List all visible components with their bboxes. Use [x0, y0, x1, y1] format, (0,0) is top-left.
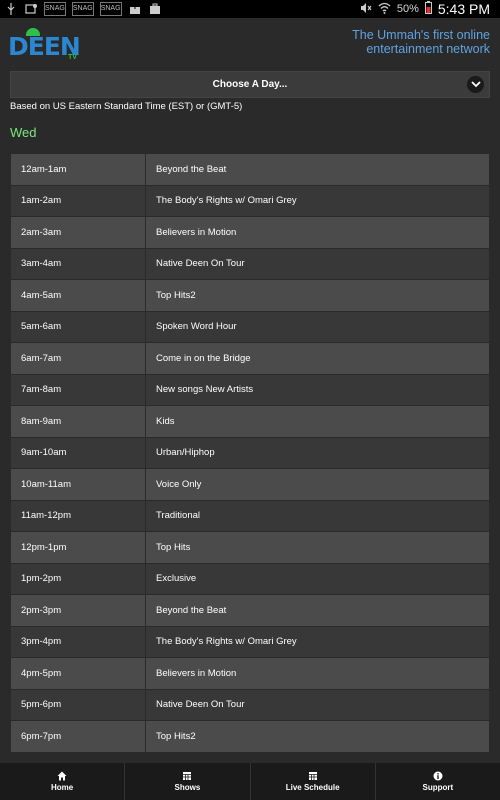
table-row: 1pm-2pm Exclusive — [10, 562, 490, 595]
mute-icon — [360, 2, 372, 17]
table-row: 6pm-7pm Top Hits2 — [10, 720, 490, 753]
info-icon — [433, 771, 443, 781]
show-name-cell: Believers in Motion — [145, 216, 490, 249]
status-bar: SNAG SNAG SNAG 50% 5:43 PM — [0, 0, 500, 18]
show-name-cell: Spoken Word Hour — [145, 310, 490, 343]
table-row: 4am-5am Top Hits2 — [10, 279, 490, 312]
table-row: 11am-12pm Traditional — [10, 499, 490, 532]
time-slot-cell: 6pm-7pm — [10, 720, 146, 753]
bottom-nav: Home Shows Live Schedule Support — [0, 763, 500, 800]
table-row: 7am-8am New songs New Artists — [10, 373, 490, 406]
show-name-cell: Top Hits — [145, 531, 490, 564]
day-title: Wed — [10, 125, 37, 140]
table-row: 10am-11am Voice Only — [10, 468, 490, 501]
show-name-cell: Beyond the Beat — [145, 594, 490, 627]
tagline-line-2: entertainment network — [366, 42, 490, 56]
timezone-note: Based on US Eastern Standard Time (EST) … — [10, 101, 243, 112]
snag-1-icon: SNAG — [44, 2, 66, 16]
nav-home[interactable]: Home — [0, 763, 126, 800]
show-name-cell: Top Hits2 — [145, 279, 490, 312]
battery-percent: 50% — [396, 3, 419, 15]
battery-icon — [424, 1, 432, 17]
time-slot-cell: 4am-5am — [10, 279, 146, 312]
show-name-cell: Beyond the Beat — [145, 153, 490, 186]
table-row: 1am-2am The Body's Rights w/ Omari Grey — [10, 184, 490, 217]
nav-support[interactable]: Support — [376, 763, 500, 800]
deen-tv-logo[interactable]: DEEN TV — [8, 26, 86, 62]
table-row: 8am-9am Kids — [10, 405, 490, 438]
nav-shows[interactable]: Shows — [125, 763, 251, 800]
table-row: 3am-4am Native Deen On Tour — [10, 247, 490, 280]
time-slot-cell: 9am-10am — [10, 436, 146, 469]
time-slot-cell: 1am-2am — [10, 184, 146, 217]
nav-live-schedule-label: Live Schedule — [285, 783, 340, 792]
show-name-cell: New songs New Artists — [145, 373, 490, 406]
time-slot-cell: 3pm-4pm — [10, 625, 146, 658]
nav-live-schedule[interactable]: Live Schedule — [251, 763, 376, 800]
day-select-dropdown[interactable]: Choose A Day... — [10, 71, 490, 98]
table-row: 3pm-4pm The Body's Rights w/ Omari Grey — [10, 625, 490, 658]
table-row: 12pm-1pm Top Hits — [10, 531, 490, 564]
status-right: 50% 5:43 PM — [360, 1, 500, 17]
time-slot-cell: 5am-6am — [10, 310, 146, 343]
logo-tv-text: TV — [68, 54, 77, 61]
show-name-cell: Believers in Motion — [145, 657, 490, 690]
table-row: 6am-7am Come in on the Bridge — [10, 342, 490, 375]
time-slot-cell: 2pm-3pm — [10, 594, 146, 627]
nav-shows-label: Shows — [174, 783, 201, 792]
time-slot-cell: 12pm-1pm — [10, 531, 146, 564]
table-row: 9am-10am Urban/Hiphop — [10, 436, 490, 469]
time-slot-cell: 3am-4am — [10, 247, 146, 280]
time-slot-cell: 5pm-6pm — [10, 688, 146, 721]
time-slot-cell: 2am-3am — [10, 216, 146, 249]
usb-icon — [4, 3, 18, 15]
shows-icon — [183, 772, 192, 780]
show-name-cell: Urban/Hiphop — [145, 436, 490, 469]
status-left-icons: SNAG SNAG SNAG — [0, 2, 162, 16]
table-row: 12am-1am Beyond the Beat — [10, 153, 490, 186]
time-slot-cell: 8am-9am — [10, 405, 146, 438]
show-name-cell: Native Deen On Tour — [145, 247, 490, 280]
tagline: The Ummah's first online entertainment n… — [352, 28, 490, 56]
clock: 5:43 PM — [437, 1, 490, 17]
show-name-cell: Kids — [145, 405, 490, 438]
show-name-cell: Come in on the Bridge — [145, 342, 490, 375]
time-slot-cell: 12am-1am — [10, 153, 146, 186]
briefcase-icon — [148, 3, 162, 15]
upload-icon — [128, 2, 142, 15]
home-icon — [57, 771, 67, 781]
table-row: 2pm-3pm Beyond the Beat — [10, 594, 490, 627]
table-row: 4pm-5pm Believers in Motion — [10, 657, 490, 690]
show-name-cell: Traditional — [145, 499, 490, 532]
table-row: 5pm-6pm Native Deen On Tour — [10, 688, 490, 721]
notification-icon — [24, 3, 38, 15]
snag-3-icon: SNAG — [99, 2, 122, 16]
show-name-cell: Voice Only — [145, 468, 490, 501]
schedule-table-container[interactable]: 12am-1am Beyond the Beat 1am-2am The Body's… — [10, 153, 490, 753]
nav-support-label: Support — [422, 783, 454, 792]
time-slot-cell: 10am-11am — [10, 468, 146, 501]
show-name-cell: The Body's Rights w/ Omari Grey — [145, 184, 490, 217]
table-row: 5am-6am Spoken Word Hour — [10, 310, 490, 343]
wifi-icon — [378, 2, 391, 17]
time-slot-cell: 7am-8am — [10, 373, 146, 406]
table-row: 2am-3am Believers in Motion — [10, 216, 490, 249]
day-select-label: Choose A Day... — [212, 79, 288, 90]
time-slot-cell: 6am-7am — [10, 342, 146, 375]
show-name-cell: The Body's Rights w/ Omari Grey — [145, 625, 490, 658]
tagline-line-1: The Ummah's first online — [352, 28, 490, 42]
chevron-down-icon[interactable] — [467, 76, 484, 93]
time-slot-cell: 1pm-2pm — [10, 562, 146, 595]
show-name-cell: Top Hits2 — [145, 720, 490, 753]
calendar-icon — [308, 772, 317, 780]
schedule-table: 12am-1am Beyond the Beat 1am-2am The Body's… — [10, 153, 490, 753]
time-slot-cell: 11am-12pm — [10, 499, 146, 532]
snag-2-icon: SNAG — [71, 2, 94, 16]
app-header: DEEN TV The Ummah's first online enterta… — [0, 18, 500, 68]
show-name-cell: Native Deen On Tour — [145, 688, 490, 721]
nav-home-label: Home — [51, 783, 74, 792]
show-name-cell: Exclusive — [145, 562, 490, 595]
time-slot-cell: 4pm-5pm — [10, 657, 146, 690]
